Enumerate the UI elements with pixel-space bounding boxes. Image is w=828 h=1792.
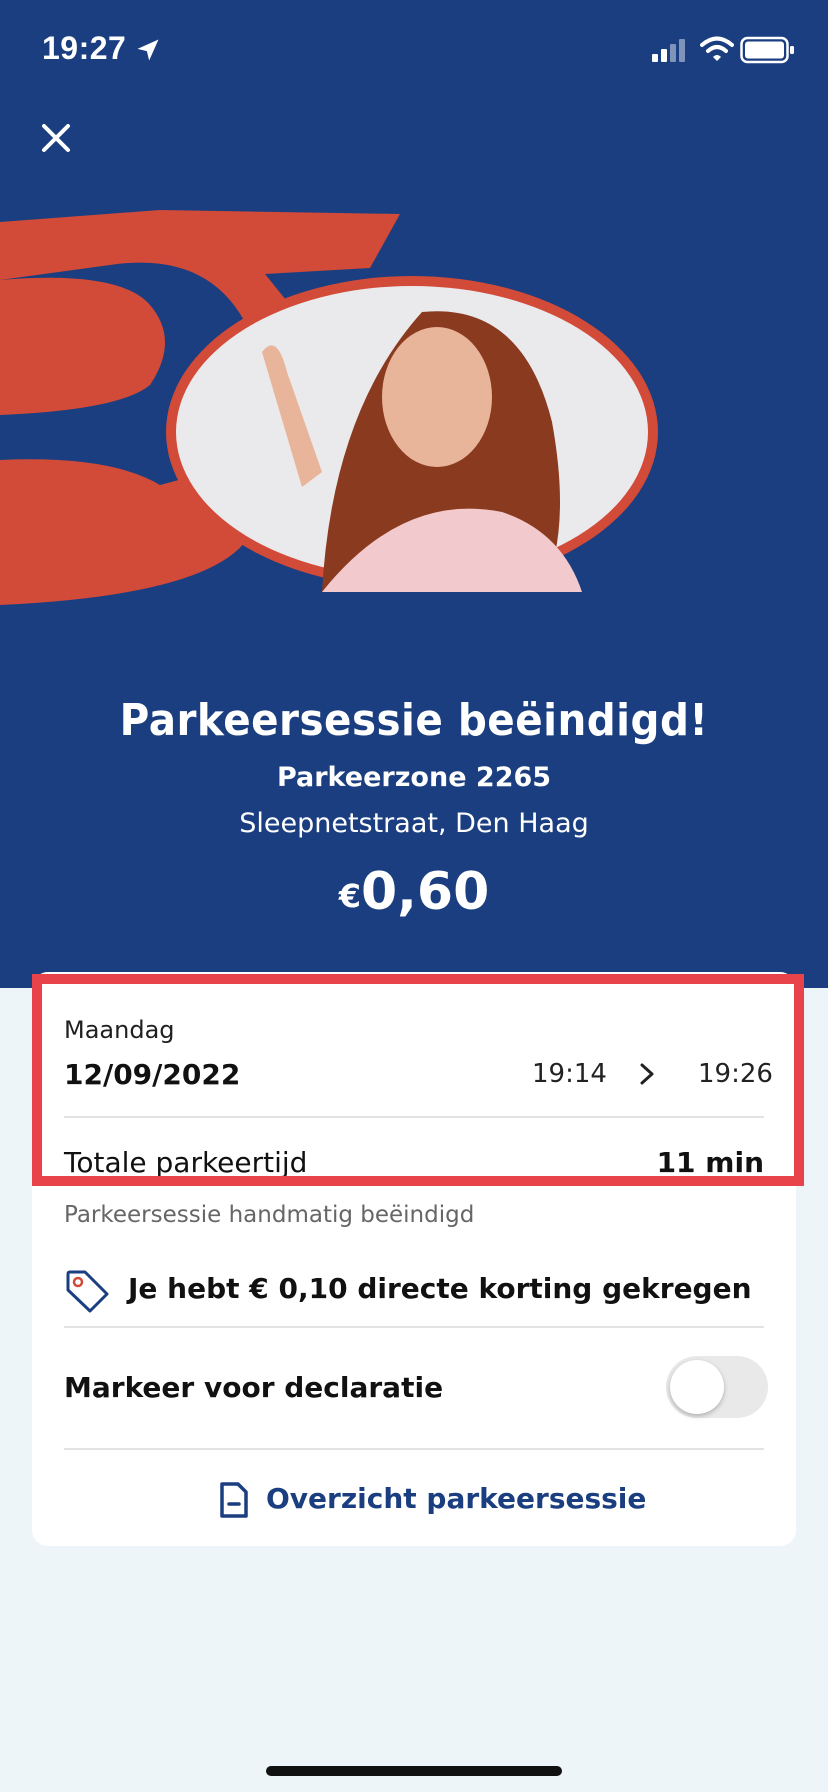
declaration-label: Markeer voor declaratie bbox=[64, 1371, 444, 1404]
price-amount: 0,60 bbox=[360, 862, 490, 922]
session-day: Maandag bbox=[64, 1016, 175, 1044]
signal-icon bbox=[652, 39, 685, 62]
session-ended-note: Parkeersessie handmatig beëindigd bbox=[64, 1202, 475, 1228]
divider bbox=[64, 1326, 764, 1328]
tag-icon bbox=[66, 1270, 109, 1313]
price-currency: € bbox=[338, 877, 361, 915]
declaration-toggle[interactable] bbox=[666, 1356, 768, 1418]
close-icon[interactable] bbox=[36, 118, 76, 158]
status-time: 19:27 bbox=[42, 30, 127, 66]
document-icon bbox=[220, 1482, 248, 1518]
parking-address: Sleepnetstraat, Den Haag bbox=[239, 808, 589, 839]
profile-photo bbox=[166, 276, 658, 592]
toggle-knob bbox=[670, 1360, 724, 1414]
session-date: 12/09/2022 bbox=[64, 1058, 241, 1091]
status-bar: 19:27 bbox=[0, 0, 828, 100]
discount-text: Je hebt € 0,10 directe korting gekregen bbox=[128, 1272, 752, 1305]
overview-button[interactable]: Overzicht parkeersessie bbox=[32, 1462, 796, 1538]
battery-icon bbox=[740, 36, 794, 64]
divider bbox=[64, 1448, 764, 1450]
total-time-label: Totale parkeertijd bbox=[64, 1146, 308, 1179]
divider bbox=[64, 1116, 764, 1118]
session-price: €0,60 bbox=[0, 862, 828, 922]
end-time: 19:26 bbox=[698, 1059, 773, 1089]
start-time: 19:14 bbox=[532, 1059, 607, 1089]
chevron-right-icon bbox=[640, 1063, 654, 1085]
parking-zone: Parkeerzone 2265 bbox=[276, 762, 552, 793]
page-title: Parkeersessie beëindigd! bbox=[119, 695, 709, 746]
hero-header: 19:27 Parkeersessie beëindigd! Parkeerzo… bbox=[0, 0, 828, 988]
location-arrow-icon bbox=[137, 39, 159, 61]
home-indicator[interactable] bbox=[266, 1766, 562, 1776]
total-time-value: 11 min bbox=[656, 1146, 764, 1179]
wifi-icon bbox=[700, 36, 734, 61]
overview-label: Overzicht parkeersessie bbox=[266, 1482, 647, 1515]
